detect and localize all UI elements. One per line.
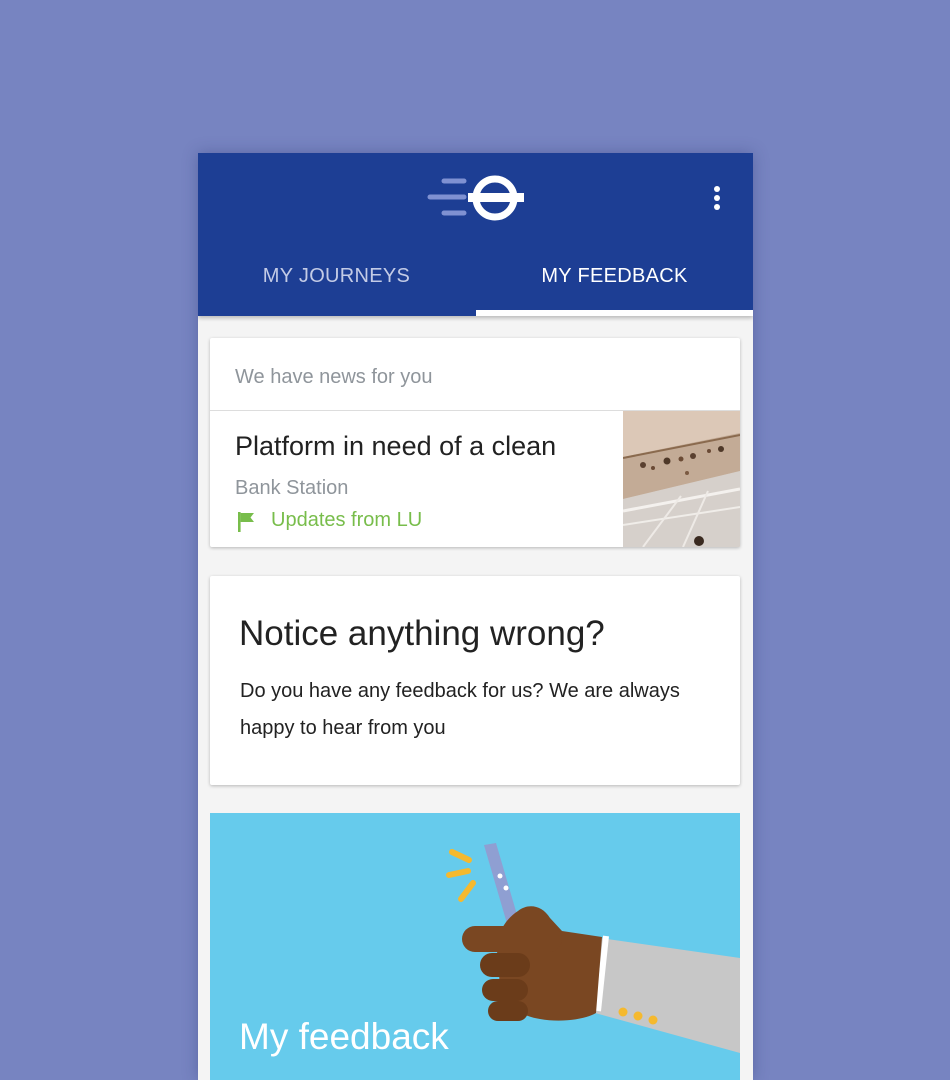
- news-location: Bank Station: [235, 477, 349, 499]
- tab-indicator: [476, 310, 753, 316]
- notice-body: Do you have any feedback for us? We are …: [240, 680, 680, 739]
- news-title: Platform in need of a clean: [235, 431, 557, 461]
- news-header: We have news for you: [235, 366, 433, 388]
- my-feedback-card[interactable]: My feedback: [210, 813, 740, 1080]
- news-update-source: Updates from LU: [271, 509, 423, 531]
- tab-my-journeys[interactable]: MY JOURNEYS: [198, 245, 475, 316]
- flag-icon: [238, 512, 254, 532]
- tab-my-feedback[interactable]: MY FEEDBACK: [476, 245, 753, 316]
- app-screen: MY JOURNEYS MY FEEDBACK We have news for…: [198, 153, 753, 1080]
- station-ceiling-photo: [623, 411, 740, 547]
- app-bar: MY JOURNEYS MY FEEDBACK: [198, 153, 753, 316]
- news-card: We have news for you Platform in need of…: [210, 338, 740, 547]
- more-vertical-icon[interactable]: [704, 180, 730, 216]
- notice-title: Notice anything wrong?: [239, 614, 605, 653]
- my-feedback-title: My feedback: [239, 1016, 449, 1057]
- tfl-roundel-logo: [427, 175, 524, 221]
- news-item[interactable]: Platform in need of a clean Bank Station…: [210, 411, 740, 547]
- notice-card[interactable]: Notice anything wrong? Do you have any f…: [210, 576, 740, 785]
